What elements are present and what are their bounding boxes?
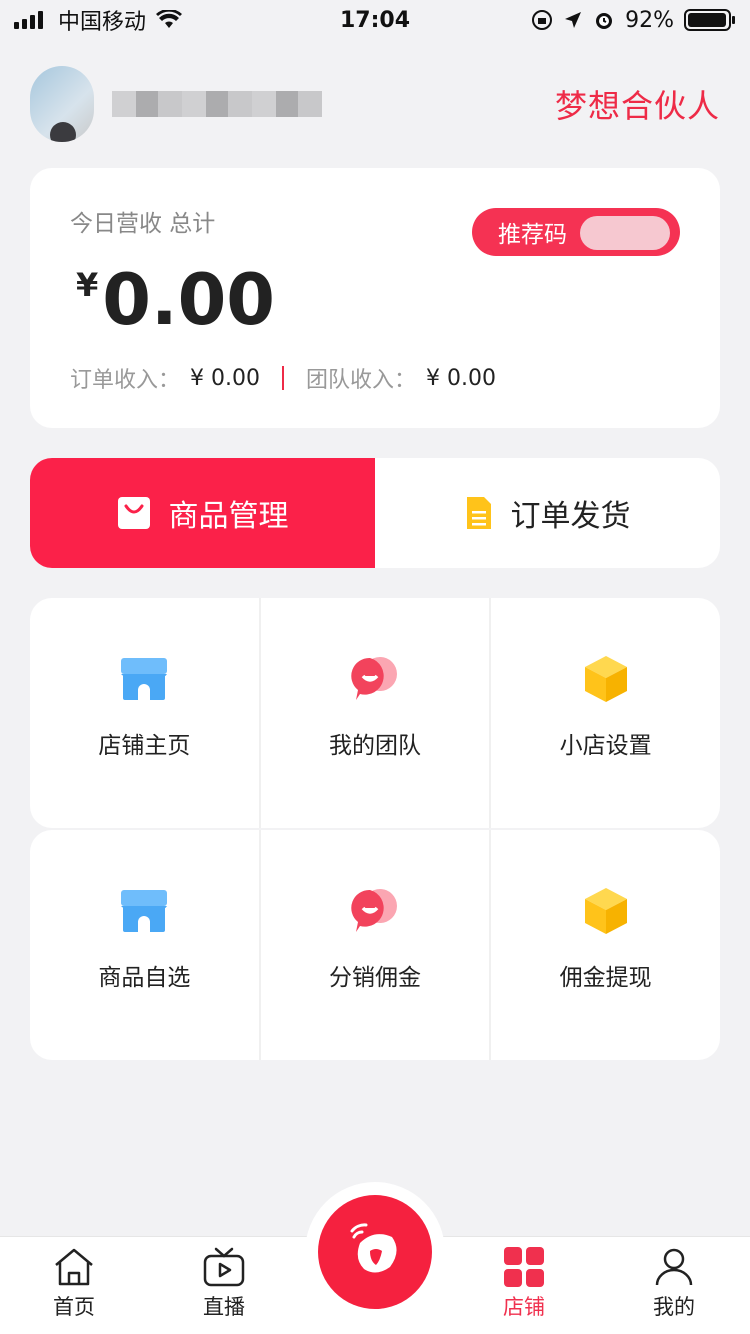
currency-symbol: ¥ bbox=[76, 266, 99, 304]
feature-grid-row-1: 店铺主页 我的团队 小店设置 bbox=[30, 598, 720, 828]
location-icon bbox=[565, 12, 582, 28]
tab-shop[interactable]: 店铺 bbox=[474, 1247, 574, 1321]
feature-grid-row-2: 商品自选 分销佣金 佣金提现 bbox=[30, 830, 720, 1060]
tab-home[interactable]: 首页 bbox=[24, 1247, 124, 1321]
center-action-inner bbox=[318, 1195, 432, 1309]
tv-play-icon bbox=[203, 1247, 245, 1287]
center-action-button[interactable] bbox=[305, 1182, 445, 1322]
action-tabs: 商品管理 订单发货 bbox=[30, 458, 720, 568]
order-income-label: 订单收入： bbox=[70, 368, 181, 393]
grid-item-label: 佣金提现 bbox=[559, 965, 652, 991]
home-icon bbox=[55, 1248, 93, 1286]
rotation-lock-icon bbox=[532, 10, 553, 30]
storefront-icon bbox=[121, 890, 168, 932]
tab-shop-label: 店铺 bbox=[503, 1295, 545, 1319]
grid-item-label: 我的团队 bbox=[329, 733, 421, 759]
status-bar: 中国移动 17:04 92% bbox=[0, 0, 750, 40]
revenue-card: 今日营收 总计 推荐码 ¥ 0.00 订单收入： ¥ 0.00 团队收入： ¥ … bbox=[30, 168, 720, 428]
income-breakdown: 订单收入： ¥ 0.00 团队收入： ¥ 0.00 bbox=[70, 362, 496, 394]
avatar[interactable] bbox=[30, 66, 94, 142]
grid-item-label: 小店设置 bbox=[559, 733, 652, 759]
battery-icon bbox=[684, 9, 735, 31]
grid-item-shop-settings[interactable]: 小店设置 bbox=[491, 598, 720, 828]
signal-icon bbox=[14, 11, 43, 29]
user-icon bbox=[655, 1248, 693, 1286]
referral-code-button[interactable]: 推荐码 bbox=[472, 208, 680, 256]
shopping-bag-icon bbox=[117, 497, 150, 529]
tab-home-label: 首页 bbox=[53, 1295, 95, 1319]
tab-live[interactable]: 直播 bbox=[174, 1247, 274, 1321]
grid-icon bbox=[504, 1247, 544, 1287]
referral-code-label: 推荐码 bbox=[498, 222, 567, 248]
tab-me[interactable]: 我的 bbox=[624, 1247, 724, 1321]
username-blurred bbox=[112, 91, 322, 117]
carrier-label: 中国移动 bbox=[58, 10, 147, 35]
revenue-label: 今日营收 总计 bbox=[70, 211, 216, 237]
wifi-icon bbox=[156, 10, 183, 28]
partner-title: 梦想合伙人 bbox=[554, 87, 720, 125]
grid-item-my-team[interactable]: 我的团队 bbox=[261, 598, 492, 828]
grid-item-label: 商品自选 bbox=[98, 965, 191, 991]
alarm-icon bbox=[596, 13, 613, 29]
grid-item-commission-withdraw[interactable]: 佣金提现 bbox=[491, 830, 720, 1060]
document-icon bbox=[466, 497, 491, 529]
chat-bubble-icon bbox=[351, 657, 397, 700]
team-income-label: 团队收入： bbox=[306, 368, 417, 393]
broadcast-icon bbox=[350, 1223, 397, 1273]
grid-item-distribution-commission[interactable]: 分销佣金 bbox=[261, 830, 492, 1060]
grid-item-label: 分销佣金 bbox=[329, 965, 421, 991]
referral-code-blurred bbox=[580, 216, 670, 250]
chat-bubble-icon bbox=[351, 889, 397, 932]
storefront-icon bbox=[121, 658, 168, 700]
header: 梦想合伙人 bbox=[30, 62, 720, 146]
grid-item-product-select[interactable]: 商品自选 bbox=[30, 830, 261, 1060]
cube-icon bbox=[584, 888, 627, 934]
order-shipping-button[interactable]: 订单发货 bbox=[375, 458, 720, 568]
tab-live-label: 直播 bbox=[203, 1295, 245, 1319]
product-management-button[interactable]: 商品管理 bbox=[30, 458, 375, 568]
cube-icon bbox=[584, 656, 627, 702]
tab-me-label: 我的 bbox=[653, 1295, 695, 1319]
battery-percent: 92% bbox=[625, 7, 674, 33]
amount-value: 0.00 bbox=[102, 259, 275, 341]
grid-item-label: 店铺主页 bbox=[98, 733, 191, 759]
order-income-value: ¥ 0.00 bbox=[190, 365, 260, 391]
revenue-amount: ¥ 0.00 bbox=[76, 260, 275, 340]
grid-item-shop-home[interactable]: 店铺主页 bbox=[30, 598, 261, 828]
user-profile[interactable] bbox=[30, 66, 322, 142]
product-management-label: 商品管理 bbox=[168, 499, 289, 534]
team-income-value: ¥ 0.00 bbox=[426, 365, 496, 391]
order-shipping-label: 订单发货 bbox=[510, 499, 631, 534]
divider bbox=[282, 366, 284, 390]
